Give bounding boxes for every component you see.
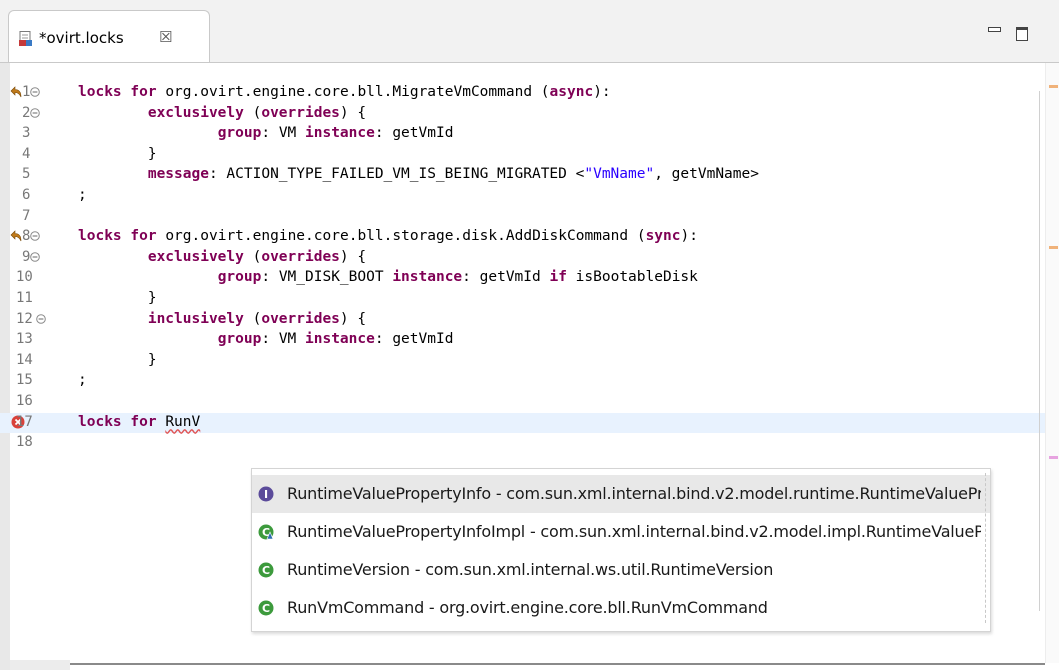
code-line[interactable]: 16: [0, 392, 1059, 412]
line-number: 17: [16, 413, 33, 430]
code-line[interactable]: 8 locks for org.ovirt.engine.core.bll.sto…: [0, 227, 1059, 247]
code-line[interactable]: 7: [0, 207, 1059, 227]
line-number: 9: [22, 248, 31, 265]
svg-text:I: I: [264, 488, 268, 501]
content-assist-item-label: RuntimeValuePropertyInfo - com.sun.xml.i…: [287, 484, 981, 503]
code-text: }: [78, 290, 157, 306]
popup-scrollbar[interactable]: [985, 473, 987, 623]
code-line[interactable]: 10 group: VM_DISK_BOOT instance: getVmId…: [0, 268, 1059, 288]
code-text: exclusively (overrides) {: [147, 104, 367, 121]
code-line[interactable]: 15;: [0, 371, 1059, 391]
content-assist-item-label: RunVmCommand - org.ovirt.engine.core.bll…: [287, 598, 768, 617]
minimize-icon[interactable]: [988, 27, 1002, 39]
content-assist-item[interactable]: C RuntimeValuePropertyInfoImpl - com.sun.…: [252, 513, 990, 551]
close-icon[interactable]: ☒: [159, 28, 172, 46]
code-text: group: VM_DISK_BOOT instance: getVmId if…: [217, 269, 698, 286]
fold-toggle-icon[interactable]: [30, 231, 40, 241]
code-text: exclusively (overrides) {: [147, 248, 367, 265]
svg-text:C: C: [262, 602, 270, 615]
code-text: inclusively (overrides) {: [147, 310, 367, 327]
print-margin: [1039, 91, 1040, 611]
tab-ovirt-locks[interactable]: *ovirt.locks ☒: [8, 10, 210, 65]
code-text: group: VM instance: getVmId: [217, 125, 454, 142]
line-number: 16: [16, 393, 33, 409]
code-text: locks for org.ovirt.engine.core.bll.Migr…: [78, 84, 611, 100]
line-number: 13: [16, 331, 33, 348]
line-number: 3: [22, 125, 31, 142]
code-line[interactable]: 12 inclusively (overrides) {: [0, 310, 1059, 330]
content-assist-popup: I RuntimeValuePropertyInfo - com.sun.xml.…: [251, 468, 991, 632]
line-number: 1: [22, 84, 31, 100]
line-number: 12: [16, 310, 33, 327]
line-number: 7: [22, 207, 31, 224]
ruler-marker[interactable]: [1049, 85, 1058, 88]
line-number: 15: [16, 372, 33, 389]
code-line[interactable]: 1 locks for org.ovirt.engine.core.bll.Mig…: [0, 83, 1059, 103]
line-number: 18: [16, 434, 33, 451]
code-line[interactable]: 11 }: [0, 289, 1059, 309]
code-line[interactable]: 18: [0, 433, 1059, 453]
line-number: 11: [16, 290, 33, 306]
file-icon: [19, 31, 32, 46]
code-line[interactable]: 13 group: VM instance: getVmId: [0, 330, 1059, 350]
code-text: message: ACTION_TYPE_FAILED_VM_IS_BEING_…: [147, 166, 759, 183]
editor-bottom-border: [70, 663, 1045, 665]
line-number: 6: [22, 187, 31, 203]
code-text: }: [78, 145, 157, 162]
svg-text:C: C: [262, 564, 270, 577]
abstract-class-icon: C: [258, 524, 274, 540]
content-assist-item-label: RuntimeVersion - com.sun.xml.internal.ws…: [287, 560, 774, 579]
code-text: }: [78, 351, 157, 368]
code-line[interactable]: 14 }: [0, 351, 1059, 371]
line-number: 10: [16, 269, 33, 286]
fold-toggle-icon[interactable]: [30, 107, 40, 118]
ruler-marker[interactable]: [1049, 456, 1058, 459]
content-assist-item-label: RuntimeValuePropertyInfoImpl - com.sun.x…: [287, 522, 981, 541]
code-line[interactable]: 3 group: VM instance: getVmId: [0, 124, 1059, 144]
class-icon: C: [258, 600, 274, 616]
code-text: ;: [78, 372, 87, 389]
code-text: ;: [78, 187, 87, 203]
code-line[interactable]: 9 exclusively (overrides) {: [0, 248, 1059, 268]
class-icon: C: [258, 562, 274, 578]
override-arrow-icon[interactable]: [9, 86, 23, 100]
content-assist-item[interactable]: I RuntimeValuePropertyInfo - com.sun.xml.…: [252, 475, 990, 513]
interface-icon: I: [258, 486, 274, 502]
fold-toggle-icon[interactable]: [30, 87, 40, 97]
fold-toggle-icon[interactable]: [36, 313, 46, 324]
editor-tab-bar: *ovirt.locks ☒: [0, 0, 1059, 65]
code-line[interactable]: 17 locks for RunV: [0, 412, 1059, 433]
line-number: 5: [22, 166, 31, 183]
code-line[interactable]: 4 }: [0, 145, 1059, 165]
line-number: 14: [16, 351, 33, 368]
fold-toggle-icon[interactable]: [30, 251, 40, 262]
line-number: 2: [22, 104, 31, 121]
overview-ruler[interactable]: [1045, 63, 1059, 663]
code-line[interactable]: 5 message: ACTION_TYPE_FAILED_VM_IS_BEIN…: [0, 165, 1059, 185]
code-line[interactable]: 6;: [0, 186, 1059, 206]
maximize-icon[interactable]: [1016, 27, 1030, 41]
tab-title: *ovirt.locks: [39, 29, 124, 47]
code-text: locks for RunV: [78, 413, 201, 430]
line-number: 4: [22, 145, 31, 162]
ruler-marker[interactable]: [1049, 246, 1058, 249]
code-text: group: VM instance: getVmId: [217, 331, 454, 348]
content-assist-item[interactable]: C RuntimeVersion - com.sun.xml.internal.w…: [252, 551, 990, 589]
code-text: locks for org.ovirt.engine.core.bll.stor…: [78, 228, 698, 245]
content-assist-item[interactable]: C RunVmCommand - org.ovirt.engine.core.bl…: [252, 589, 990, 627]
code-line[interactable]: 2 exclusively (overrides) {: [0, 104, 1059, 124]
line-number: 8: [22, 228, 31, 245]
override-arrow-icon[interactable]: [9, 230, 23, 244]
